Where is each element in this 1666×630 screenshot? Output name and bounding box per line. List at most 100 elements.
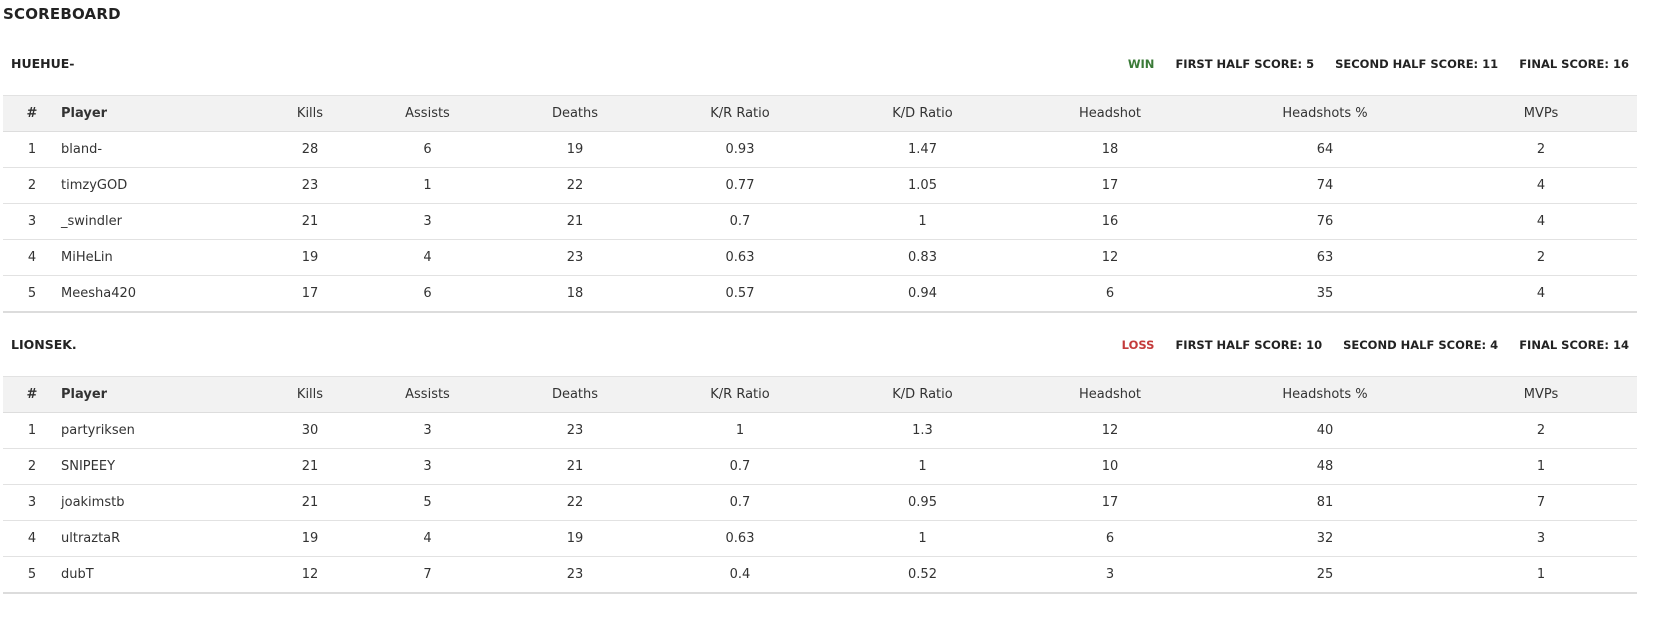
team-header: HUEHUE- WIN FIRST HALF SCORE: 5 SECOND H…	[3, 49, 1637, 81]
col-kills-header[interactable]: Kills	[265, 96, 355, 132]
table-row: 2 SNIPEEY 21 3 21 0.7 1 10 48 1	[3, 449, 1637, 485]
player-name[interactable]: timzyGOD	[61, 168, 265, 204]
col-rank-cell: 4	[27, 250, 37, 265]
col-player-header[interactable]: Player	[61, 377, 265, 413]
col-deaths-cell: 23	[566, 566, 584, 582]
col-headshot-cell: 6	[1105, 285, 1115, 301]
player-name[interactable]: bland-	[61, 132, 265, 168]
col-rank-cell: 2	[27, 178, 37, 193]
col-assists-cell: 7	[423, 566, 432, 582]
col-kd-ratio-cell: 1.47	[908, 142, 937, 157]
col-headshots-pct-header[interactable]: Headshots %	[1205, 96, 1445, 132]
col-deaths-cell: 21	[566, 459, 584, 474]
team-scoreboard-table: # Player Kills Assists Deaths K/R Ratio K/D Ra…	[3, 376, 1637, 594]
col-kd-ratio-header[interactable]: K/D Ratio	[830, 96, 1015, 132]
col-mvps-cell: 1	[1536, 459, 1546, 474]
col-headshot-cell: 12	[1101, 423, 1119, 438]
col-headshots-pct-header[interactable]: Headshots %	[1205, 377, 1445, 413]
col-kills-cell: 17	[301, 285, 319, 301]
col-kd-ratio-cell: 1.05	[908, 178, 937, 193]
team-header: LIONSEK. LOSS FIRST HALF SCORE: 10 SECON…	[3, 330, 1637, 362]
team-section-1: HUEHUE- WIN FIRST HALF SCORE: 5 SECOND H…	[3, 49, 1637, 313]
col-deaths-cell: 19	[566, 142, 584, 157]
col-mvps-header[interactable]: MVPs	[1445, 377, 1637, 413]
col-headshots-pct-cell: 25	[1316, 566, 1334, 582]
col-headshot-cell: 16	[1101, 214, 1119, 229]
col-kills-cell: 23	[301, 178, 319, 193]
col-assists-cell: 3	[423, 459, 432, 474]
col-headshots-pct-cell: 48	[1316, 459, 1334, 474]
col-headshot-header[interactable]: Headshot	[1015, 377, 1205, 413]
table-row: 1 partyriksen 30 3 23 1 1.3 12 40 2	[3, 413, 1637, 449]
first-half-score: FIRST HALF SCORE: 10	[1175, 338, 1323, 352]
col-rank-cell: 4	[27, 531, 37, 546]
col-kr-ratio-header[interactable]: K/R Ratio	[650, 377, 830, 413]
col-rank-header[interactable]: #	[3, 377, 61, 413]
col-mvps-cell: 3	[1536, 531, 1546, 546]
col-rank-cell: 3	[27, 214, 37, 229]
col-player-header[interactable]: Player	[61, 96, 265, 132]
col-rank-cell: 1	[27, 142, 37, 157]
player-name[interactable]: partyriksen	[61, 413, 265, 449]
col-mvps-cell: 4	[1536, 214, 1546, 229]
col-headshot-cell: 10	[1101, 459, 1119, 474]
table-row: 5 Meesha420 17 6 18 0.57 0.94 6 35 4	[3, 276, 1637, 312]
player-name[interactable]: SNIPEEY	[61, 449, 265, 485]
col-mvps-cell: 2	[1536, 423, 1546, 438]
team-name: LIONSEK.	[11, 337, 77, 352]
col-headshots-pct-cell: 81	[1316, 495, 1334, 510]
player-name[interactable]: ultraztaR	[61, 521, 265, 557]
player-name[interactable]: joakimstb	[61, 485, 265, 521]
col-rank-cell: 1	[27, 423, 37, 438]
col-rank-header[interactable]: #	[3, 96, 61, 132]
second-half-score: SECOND HALF SCORE: 4	[1343, 338, 1499, 352]
col-deaths-cell: 22	[566, 178, 584, 193]
col-deaths-cell: 19	[566, 531, 584, 546]
col-kills-cell: 12	[301, 566, 319, 582]
col-headshots-pct-cell: 40	[1316, 423, 1334, 438]
player-name[interactable]: Meesha420	[61, 276, 265, 312]
col-kr-ratio-cell: 0.63	[725, 250, 755, 265]
col-kills-cell: 19	[301, 250, 319, 265]
col-assists-cell: 6	[423, 142, 432, 157]
col-headshot-header[interactable]: Headshot	[1015, 96, 1205, 132]
col-kr-ratio-cell: 0.7	[729, 214, 751, 229]
col-mvps-cell: 4	[1536, 178, 1546, 193]
final-score: FINAL SCORE: 14	[1519, 338, 1629, 352]
col-kr-ratio-header[interactable]: K/R Ratio	[650, 96, 830, 132]
col-deaths-cell: 23	[566, 250, 584, 265]
player-name[interactable]: dubT	[61, 557, 265, 593]
second-half-score: SECOND HALF SCORE: 11	[1335, 57, 1499, 71]
table-row: 5 dubT 12 7 23 0.4 0.52 3 25 1	[3, 557, 1637, 593]
table-header-row: # Player Kills Assists Deaths K/R Ratio K/D Ra…	[3, 376, 1637, 413]
col-assists-cell: 4	[423, 531, 432, 546]
col-assists-cell: 3	[423, 423, 432, 438]
table-body: 1 bland- 28 6 19 0.93 1.47 18 64 2 2 timzyGOD 23 1 22 0…	[3, 132, 1637, 312]
player-name[interactable]: _swindler	[61, 204, 265, 240]
col-headshots-pct-cell: 32	[1316, 531, 1334, 546]
col-kr-ratio-cell: 0.93	[725, 142, 755, 157]
col-kills-header[interactable]: Kills	[265, 377, 355, 413]
col-assists-cell: 3	[423, 214, 432, 229]
col-kd-ratio-cell: 1	[918, 531, 927, 546]
col-deaths-header[interactable]: Deaths	[500, 377, 650, 413]
col-mvps-header[interactable]: MVPs	[1445, 96, 1637, 132]
col-kr-ratio-cell: 0.7	[729, 495, 751, 510]
col-kd-ratio-cell: 1	[918, 459, 927, 474]
col-headshots-pct-cell: 63	[1316, 250, 1334, 265]
col-kills-cell: 28	[301, 142, 319, 157]
col-kd-ratio-header[interactable]: K/D Ratio	[830, 377, 1015, 413]
col-kr-ratio-cell: 0.4	[729, 566, 751, 582]
col-assists-header[interactable]: Assists	[355, 96, 500, 132]
table-row: 4 MiHeLin 19 4 23 0.63 0.83 12 63 2	[3, 240, 1637, 276]
player-name[interactable]: MiHeLin	[61, 240, 265, 276]
col-assists-header[interactable]: Assists	[355, 377, 500, 413]
col-kills-cell: 21	[301, 495, 319, 510]
col-kr-ratio-cell: 0.63	[725, 531, 755, 546]
col-kr-ratio-cell: 0.57	[725, 285, 755, 301]
team-scoreboard-table: # Player Kills Assists Deaths K/R Ratio K/D Ra…	[3, 95, 1637, 313]
table-row: 2 timzyGOD 23 1 22 0.77 1.05 17 74 4	[3, 168, 1637, 204]
col-deaths-header[interactable]: Deaths	[500, 96, 650, 132]
col-headshots-pct-cell: 64	[1316, 142, 1334, 157]
col-kd-ratio-cell: 0.52	[908, 566, 937, 582]
